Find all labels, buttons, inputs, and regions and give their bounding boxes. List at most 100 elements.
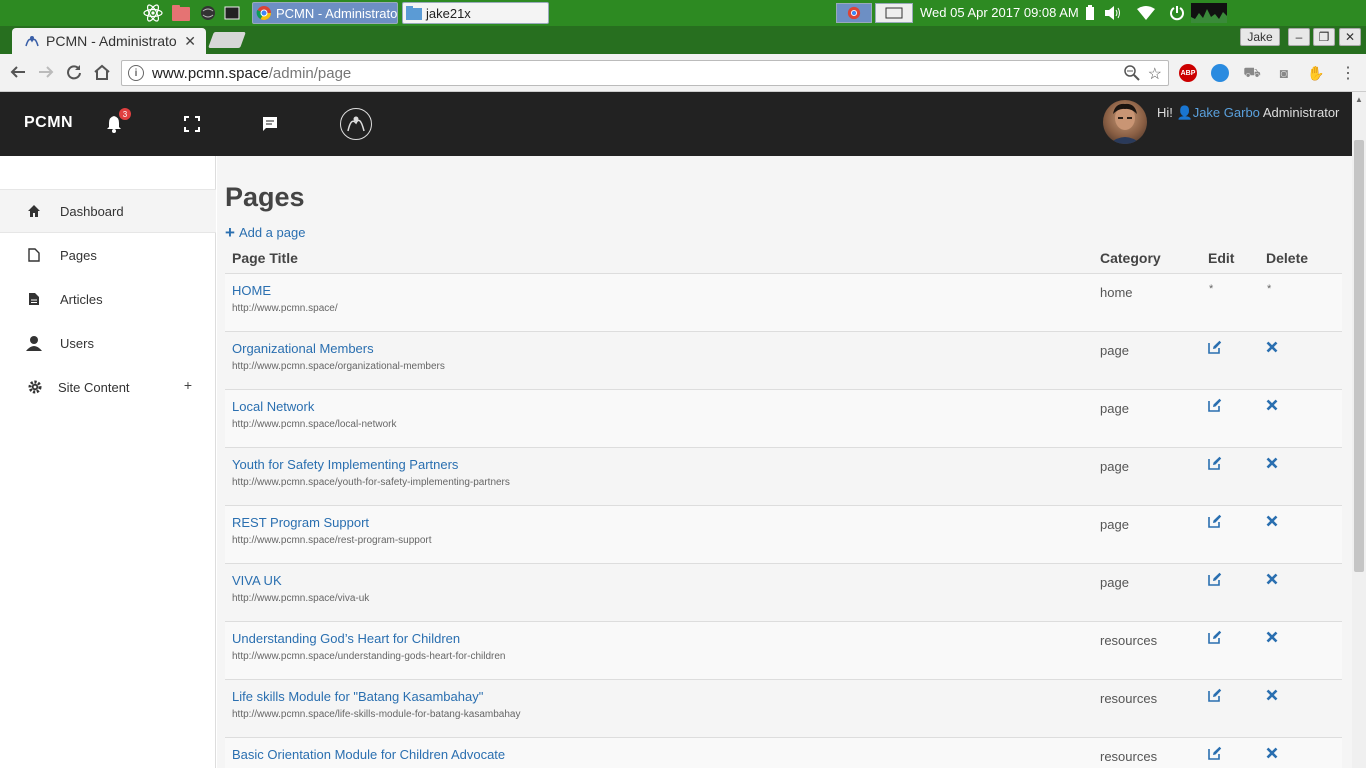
page-title-link[interactable]: VIVA UK xyxy=(232,573,282,588)
restore-icon[interactable]: ❐ xyxy=(1313,28,1335,46)
window-close-icon[interactable]: ✕ xyxy=(1339,28,1361,46)
wifi-icon[interactable] xyxy=(1136,3,1156,23)
clock[interactable]: Wed 05 Apr 2017 09:08 AM xyxy=(920,5,1079,20)
page-category: page xyxy=(1100,343,1129,358)
sidebar-item-users[interactable]: Users xyxy=(0,321,216,365)
user-icon: 👤 xyxy=(1176,105,1193,120)
organization-logo-icon[interactable] xyxy=(340,108,372,140)
edit-icon[interactable] xyxy=(1208,746,1224,762)
page-title-link[interactable]: REST Program Support xyxy=(232,515,369,530)
tray-chrome-icon[interactable] xyxy=(836,3,872,23)
home-nav-icon[interactable] xyxy=(92,62,112,82)
delete-x-icon[interactable] xyxy=(1266,398,1282,414)
battery-icon[interactable] xyxy=(1080,3,1100,23)
page-category: page xyxy=(1100,401,1129,416)
adblock-icon[interactable]: ABP xyxy=(1179,64,1197,82)
terminal-icon[interactable] xyxy=(222,3,242,23)
delete-x-icon[interactable] xyxy=(1266,340,1282,356)
folder-app-icon[interactable] xyxy=(171,3,191,23)
extension-inbox-icon[interactable]: ⛟ xyxy=(1243,64,1261,82)
user-name-link[interactable]: Jake Garbo xyxy=(1193,105,1260,120)
page-category: home xyxy=(1100,285,1133,300)
table-row: REST Program Support http://www.pcmn.spac… xyxy=(225,506,1342,564)
sidebar-item-label: Users xyxy=(60,335,94,351)
page-scrollbar[interactable]: ▲ xyxy=(1352,92,1366,768)
reload-icon[interactable] xyxy=(64,62,84,82)
volume-icon[interactable] xyxy=(1103,3,1123,23)
table-row: Youth for Safety Implementing Partners ht… xyxy=(225,448,1342,506)
expand-plus-icon[interactable]: + xyxy=(184,377,192,393)
info-icon[interactable]: i xyxy=(128,65,144,81)
add-page-label: Add a page xyxy=(238,225,306,240)
forward-icon[interactable] xyxy=(36,62,56,82)
task-folder[interactable]: jake21x xyxy=(402,2,549,24)
camera-icon[interactable]: ◙ xyxy=(1275,64,1293,82)
column-header-title[interactable]: Page Title xyxy=(232,250,298,266)
browser-tabstrip: PCMN - Administrato ✕ Jake – ❐ ✕ xyxy=(0,26,1366,54)
minimize-icon[interactable]: – xyxy=(1288,28,1310,46)
user-greeting: Hi! 👤Jake Garbo Administrator xyxy=(1157,105,1339,121)
site-favicon-icon xyxy=(25,36,39,47)
delete-x-icon[interactable] xyxy=(1266,630,1282,646)
extension-hand-icon[interactable]: ✋ xyxy=(1307,64,1325,82)
edit-icon[interactable] xyxy=(1208,572,1224,588)
gear-icon xyxy=(27,379,43,395)
table-row: HOME http://www.pcmn.space/home * * xyxy=(225,274,1342,332)
page-title-link[interactable]: HOME xyxy=(232,283,271,298)
brand-logo[interactable]: PCMN xyxy=(24,114,73,132)
edit-icon[interactable] xyxy=(1208,630,1224,646)
globe-icon[interactable] xyxy=(198,3,218,23)
power-icon[interactable] xyxy=(1167,3,1187,23)
message-icon[interactable] xyxy=(260,114,280,134)
edit-icon[interactable] xyxy=(1208,688,1224,704)
sidebar-item-articles[interactable]: Articles xyxy=(0,277,216,321)
react-icon[interactable] xyxy=(143,3,163,23)
tab-close-icon[interactable]: ✕ xyxy=(184,33,196,50)
scroll-up-icon[interactable]: ▲ xyxy=(1355,95,1363,104)
new-tab-button[interactable] xyxy=(208,32,246,48)
profile-button[interactable]: Jake xyxy=(1240,28,1280,46)
page-title-link[interactable]: Understanding God’s Heart for Children xyxy=(232,631,460,646)
page-title-link[interactable]: Life skills Module for "Batang Kasambaha… xyxy=(232,689,483,704)
page-title-link[interactable]: Local Network xyxy=(232,399,314,414)
delete-x-icon[interactable] xyxy=(1266,514,1282,530)
add-page-link[interactable]: + Add a page xyxy=(225,224,306,241)
zoom-icon[interactable] xyxy=(1124,65,1140,85)
page-category: resources xyxy=(1100,691,1158,706)
browser-toolbar: i www.pcmn.space/admin/page ☆ ABP ⛟ ◙ ✋ … xyxy=(0,54,1366,92)
back-icon[interactable] xyxy=(8,62,28,82)
delete-x-icon[interactable] xyxy=(1266,688,1282,704)
task-chrome[interactable]: PCMN - Administrato xyxy=(252,2,398,24)
tray-screen-icon[interactable] xyxy=(875,3,913,23)
edit-icon[interactable] xyxy=(1208,398,1224,414)
tab-active[interactable]: PCMN - Administrato ✕ xyxy=(12,28,206,54)
fullscreen-icon[interactable] xyxy=(182,114,202,134)
page-url: http://www.pcmn.space/viva-uk xyxy=(232,593,370,604)
edit-icon[interactable] xyxy=(1208,340,1224,356)
edit-icon[interactable] xyxy=(1208,456,1224,472)
delete-x-icon[interactable] xyxy=(1266,572,1282,588)
page-title-link[interactable]: Basic Orientation Module for Children Ad… xyxy=(232,747,505,762)
scroll-thumb[interactable] xyxy=(1354,140,1364,572)
extension-blue-icon[interactable] xyxy=(1211,64,1229,82)
pages-table: Page Title Category Edit Delete HOME http… xyxy=(225,246,1342,768)
user-icon xyxy=(26,335,42,351)
sidebar-item-pages[interactable]: Pages xyxy=(0,233,216,277)
page-title-link[interactable]: Youth for Safety Implementing Partners xyxy=(232,457,458,472)
page-url: http://www.pcmn.space/youth-for-safety-i… xyxy=(232,477,510,488)
sidebar-item-dashboard[interactable]: Dashboard xyxy=(0,189,216,233)
bookmark-star-icon[interactable]: ☆ xyxy=(1148,64,1162,84)
menu-kebab-icon[interactable]: ⋮ xyxy=(1339,64,1357,82)
page-category: page xyxy=(1100,575,1129,590)
delete-x-icon[interactable] xyxy=(1266,746,1282,762)
delete-x-icon[interactable] xyxy=(1266,456,1282,472)
main-content: Pages + Add a page Page Title Category E… xyxy=(217,156,1352,768)
address-bar[interactable]: i www.pcmn.space/admin/page ☆ xyxy=(121,60,1169,86)
table-row: Life skills Module for "Batang Kasambaha… xyxy=(225,680,1342,738)
delete-locked-marker: * xyxy=(1267,283,1272,295)
avatar[interactable] xyxy=(1103,100,1147,144)
edit-icon[interactable] xyxy=(1208,514,1224,530)
sidebar-item-site-content[interactable]: Site Content + xyxy=(0,365,216,409)
column-header-category[interactable]: Category xyxy=(1100,250,1161,266)
page-title-link[interactable]: Organizational Members xyxy=(232,341,374,356)
